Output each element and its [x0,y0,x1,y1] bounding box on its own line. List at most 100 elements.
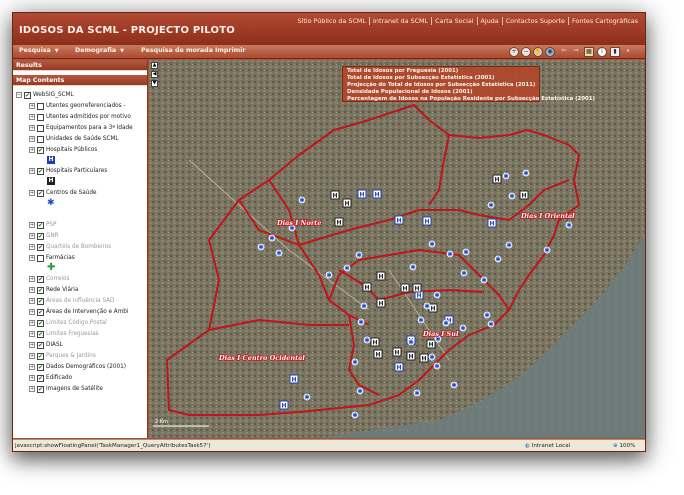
hospital-marker[interactable]: H [394,215,404,225]
layer-item[interactable]: + Utentes georreferenciados - [29,101,125,111]
hospital-marker[interactable]: H [362,282,372,292]
layer-checkbox[interactable] [37,135,44,143]
layer-item[interactable]: + ✔ Hospitais Particulares [29,166,107,176]
layer-checkbox[interactable] [37,254,44,262]
map-canvas[interactable]: HHHHHHHHHHHHHHHHHHHHHHHHHHHH✱✱✱✱✱✱✱✱✱✱✱✱… [149,60,646,438]
zoom-out-icon[interactable]: − [521,47,531,57]
hospital-marker[interactable]: H [487,218,497,228]
health-center-marker[interactable]: ✱ [433,291,441,300]
health-center-marker[interactable]: ✱ [257,243,265,252]
layer-item[interactable]: + ✔ Hospitais Públicos [29,145,97,155]
health-center-marker[interactable]: ✱ [407,338,415,347]
layer-checkbox[interactable]: ✔ [37,385,44,393]
health-center-marker[interactable]: ✱ [565,221,573,230]
health-center-marker[interactable]: ✱ [351,411,359,420]
pan-left-icon[interactable]: ◀ [151,71,158,78]
health-center-marker[interactable]: ✱ [483,311,491,320]
full-extent-icon[interactable]: ▦ [584,47,594,57]
hospital-marker[interactable]: H [426,339,436,349]
layer-checkbox[interactable]: ✔ [37,275,44,283]
menu-imprimir[interactable]: Imprimir [215,47,246,54]
expand-icon[interactable]: + [29,233,35,239]
health-center-marker[interactable]: ✱ [268,234,276,243]
expand-icon[interactable]: + [29,386,35,392]
hospital-marker[interactable]: H [330,190,340,200]
health-center-marker[interactable]: ✱ [442,319,450,328]
health-center-marker[interactable]: ✱ [351,358,359,367]
expand-icon[interactable]: + [29,320,35,326]
hospital-marker[interactable]: H [373,349,383,359]
layer-item[interactable]: + Utentes admitidos por motivo [29,112,131,122]
health-center-marker[interactable]: ✱ [450,381,458,390]
layer-item[interactable]: + ✔ Correios [29,274,69,284]
menu-demografia[interactable]: Demografia ▼ [75,47,124,54]
health-center-marker[interactable]: ✱ [417,316,425,325]
expand-icon[interactable]: + [29,136,35,142]
layer-item[interactable]: + ✔ Parques & Jardins [29,351,96,361]
expand-icon[interactable]: + [29,331,35,337]
dropdown-item-total-subseccao[interactable]: Total de Idosos por Subsecção Estatístic… [347,75,495,81]
measure-icon[interactable]: ▮ [610,47,620,57]
layer-checkbox[interactable]: ✔ [37,308,44,316]
forward-icon[interactable]: ⇒ [571,47,581,57]
pointer-icon[interactable]: ⌕ [623,47,633,57]
layer-checkbox[interactable] [37,124,44,132]
health-center-marker[interactable]: ✱ [543,246,551,255]
link-intranet[interactable]: Intranet da SCML [369,17,431,25]
layer-item[interactable]: + ✔ PSP [29,220,56,230]
expand-icon[interactable]: + [29,298,35,304]
hospital-marker[interactable]: H [492,174,502,184]
expand-icon[interactable]: + [29,342,35,348]
layer-checkbox[interactable]: ✔ [37,146,44,154]
layer-item[interactable]: + ✔ GNR [29,231,59,241]
layer-checkbox[interactable]: ✔ [37,221,44,229]
health-center-marker[interactable]: ✱ [462,248,470,257]
dropdown-item-percentagem[interactable]: Percentagem de Idosos na População Resid… [347,96,595,102]
zoom-level[interactable]: ⊕ 100% [613,443,635,449]
hospital-marker[interactable]: H [422,216,432,226]
layer-item[interactable]: + Equipamentos para a 3ª Idade [29,123,133,133]
hospital-marker[interactable]: H [400,283,410,293]
hospital-marker[interactable]: H [419,353,429,363]
layer-checkbox[interactable]: ✔ [37,374,44,382]
hospital-marker[interactable]: H [376,271,386,281]
health-center-marker[interactable]: ✱ [360,302,368,311]
pan-down-icon[interactable]: ▼ [151,80,158,87]
health-center-marker[interactable]: ✱ [508,192,516,201]
layer-checkbox[interactable]: ✔ [37,243,44,251]
link-ajuda[interactable]: Ajuda [476,17,502,25]
layer-item[interactable]: + ✔ Áreas de Intervenção e Ambi [29,307,128,317]
health-center-marker[interactable]: ✱ [505,241,513,250]
map-view[interactable]: HHHHHHHHHHHHHHHHHHHHHHHHHHHH✱✱✱✱✱✱✱✱✱✱✱✱… [149,60,646,438]
health-center-marker[interactable]: ✱ [428,353,436,362]
hospital-marker[interactable]: H [279,400,289,410]
layer-checkbox[interactable]: ✔ [37,286,44,294]
expand-icon[interactable]: + [29,255,35,261]
hospital-marker[interactable]: H [412,283,422,293]
expand-icon[interactable]: + [29,244,35,250]
link-fontes-cartograficas[interactable]: Fontes Cartográficas [567,17,641,25]
globe-icon[interactable]: ◉ [545,47,555,57]
layer-item[interactable]: + ✔ DIASL [29,340,63,350]
health-center-marker[interactable]: ✱ [494,255,502,264]
dropdown-item-projeccao[interactable]: Projecção do Total de Idosos por Subsecç… [347,82,535,88]
layer-item[interactable]: + ✔ Quartéis de Bombeiros [29,242,111,252]
layer-checkbox[interactable]: ✔ [37,297,44,305]
health-center-marker[interactable]: ✱ [522,169,530,178]
health-center-marker[interactable]: ✱ [363,336,371,345]
expand-icon[interactable]: + [29,103,35,109]
link-contactos-suporte[interactable]: Contactos Suporte [501,17,568,25]
health-center-marker[interactable]: ✱ [355,251,363,260]
layer-checkbox[interactable]: ✔ [37,363,44,371]
expand-icon[interactable]: + [29,114,35,120]
hospital-marker[interactable]: H [342,198,352,208]
layer-checkbox[interactable]: ✔ [37,330,44,338]
layer-checkbox[interactable]: ✔ [37,232,44,240]
collapse-icon[interactable]: − [16,92,22,98]
link-sitio-publico[interactable]: Sítio Público da SCML [295,17,370,25]
health-center-marker[interactable]: ✱ [303,393,311,402]
layer-item[interactable]: + ✔ Dados Demográficos (2001) [29,362,126,372]
expand-icon[interactable]: + [29,125,35,131]
expand-icon[interactable]: + [29,364,35,370]
layer-item[interactable]: + ✔ Edificado [29,373,72,383]
